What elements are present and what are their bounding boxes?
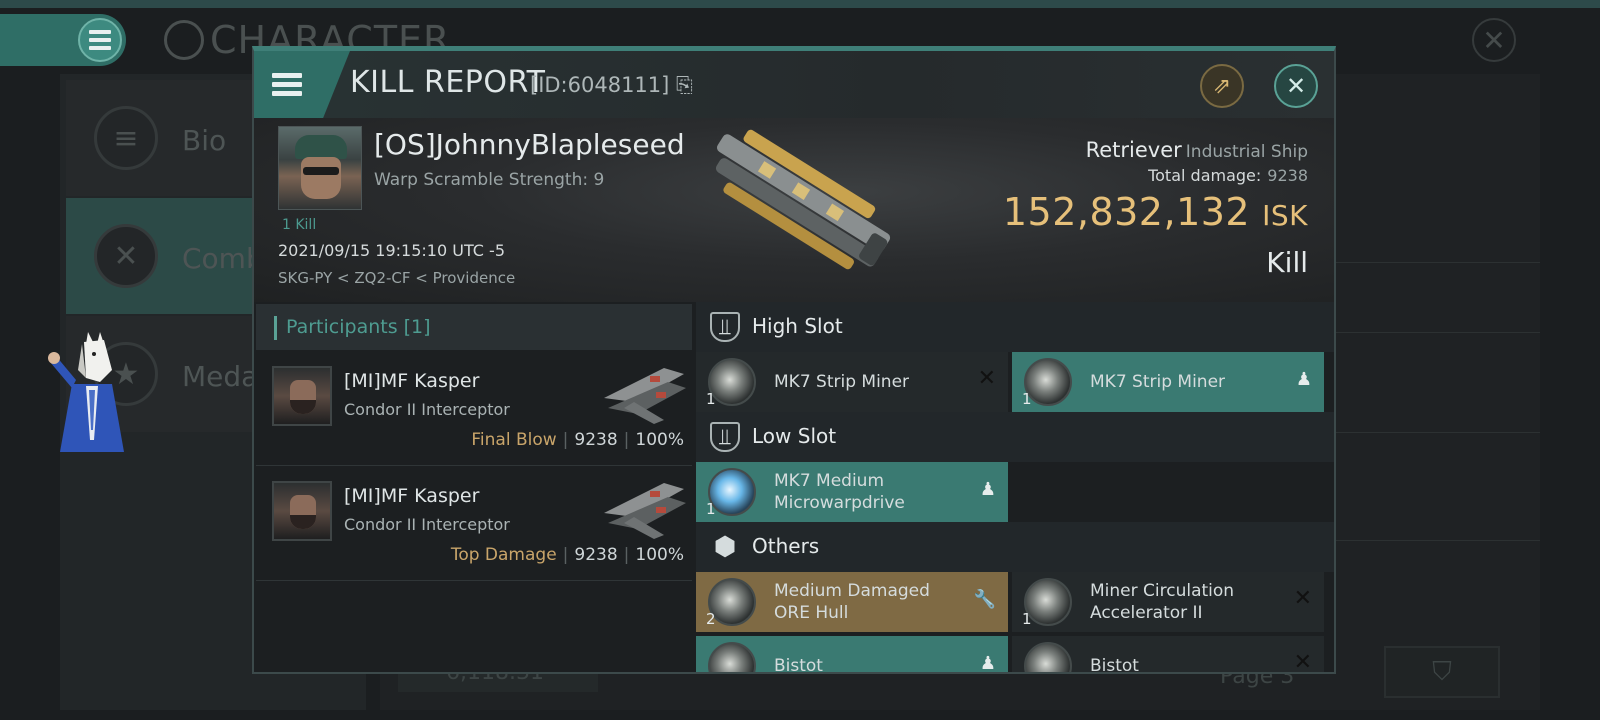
bistot-icon (708, 642, 756, 672)
slot-item[interactable]: Bistot ♟ (696, 636, 1008, 674)
main-menu-button[interactable] (0, 14, 126, 66)
participant-name: [MI]MF Kasper (344, 370, 480, 392)
warp-scramble-strength: Warp Scramble Strength: 9 (374, 170, 605, 190)
filter-icon: ⛉ (1432, 656, 1452, 687)
low-slot-header: ⫫ Low Slot (696, 412, 1334, 462)
mascot-avatar (48, 332, 124, 452)
menu-icon (78, 18, 122, 62)
victim-banner: [OS]JohnnyBlapleseed Warp Scramble Stren… (254, 118, 1334, 302)
participant-portrait[interactable] (272, 366, 332, 426)
isk-value: 152,832,132 ISK (1002, 190, 1308, 234)
kill-datetime: 2021/09/15 19:15:10 UTC -5 (278, 241, 506, 260)
participant-portrait[interactable] (272, 481, 332, 541)
dialog-title: KILL REPORT (350, 65, 546, 100)
bistot-icon (1024, 642, 1072, 672)
dialog-header: KILL REPORT [ID:6048111] ⎘ ⇗ ✕ (254, 51, 1334, 118)
others-header: ⬢ Others (696, 522, 1334, 572)
divider (1320, 432, 1540, 433)
share-button[interactable]: ⇗ (1200, 64, 1244, 108)
copy-icon[interactable]: ⎘ (676, 73, 693, 97)
destroyed-icon: ✕ (1293, 650, 1312, 674)
high-slot-icon: ⫫ (710, 312, 740, 342)
cargo-box-icon: ⬢ (713, 532, 737, 562)
dropped-icon: ♟ (979, 479, 996, 500)
kill-location[interactable]: SKG-PY < ZQ2-CF < Providence (278, 269, 515, 287)
divider (1320, 262, 1540, 263)
slot-item[interactable]: 1 MK7 Medium Microwarpdrive ♟ (696, 462, 1008, 522)
divider (1320, 332, 1540, 333)
participant-stats: Top Damage | 9238 | 100% (450, 545, 684, 565)
participants-panel: Participants [1] [MI]MF Kasper Condor II… (254, 302, 694, 672)
list-icon: ≡ (94, 106, 158, 170)
participants-header: Participants [1] (256, 304, 692, 350)
top-strip (0, 0, 1600, 8)
participant-ship: Condor II Interceptor (344, 400, 510, 419)
participant-stats: Final Blow | 9238 | 100% (471, 430, 684, 450)
slot-item[interactable]: Bistot ✕ (1012, 636, 1324, 674)
victim-portrait[interactable] (278, 126, 362, 210)
wrench-icon: 🔧 (973, 589, 996, 610)
kill-result: Kill (1266, 246, 1308, 279)
participant-ship-image (604, 483, 686, 539)
kill-report-dialog: KILL REPORT [ID:6048111] ⎘ ⇗ ✕ [OS]Johnn… (252, 46, 1336, 674)
filter-button[interactable]: ⛉ (1384, 646, 1500, 698)
slot-item[interactable]: 1 MK7 Strip Miner ♟ (1012, 352, 1324, 412)
slot-item[interactable]: 1 Miner Circulation Accelerator II ✕ (1012, 572, 1324, 632)
external-link-icon: ⇗ (1212, 73, 1232, 99)
ship-type[interactable]: Retriever Industrial Ship (1086, 138, 1308, 162)
background-close-button[interactable]: ✕ (1472, 18, 1516, 62)
ship-image[interactable] (684, 128, 904, 288)
kill-id[interactable]: [ID:6048111] ⎘ (530, 73, 693, 98)
participant-ship: Condor II Interceptor (344, 515, 510, 534)
character-icon (164, 20, 204, 60)
total-damage: Total damage: 9238 (1148, 166, 1308, 185)
close-button[interactable]: ✕ (1274, 64, 1318, 108)
high-slot-header: ⫫ High Slot (696, 302, 1334, 352)
crossed-swords-icon: ✕ (94, 224, 158, 288)
dropped-icon: ♟ (1295, 369, 1312, 390)
dialog-menu-button[interactable] (254, 51, 350, 118)
destroyed-icon: ✕ (1293, 586, 1312, 611)
participant-name: [MI]MF Kasper (344, 485, 480, 507)
close-icon: ✕ (1285, 72, 1307, 100)
participant-row[interactable]: [MI]MF Kasper Condor II Interceptor Top … (256, 467, 692, 581)
menu-icon (272, 73, 302, 96)
kill-count: 1 Kill (282, 217, 317, 233)
fitting-panel: ⫫ High Slot 1 MK7 Strip Miner ✕ 1 MK7 St… (696, 302, 1334, 674)
divider (1320, 540, 1540, 541)
slot-item[interactable]: 1 MK7 Strip Miner ✕ (696, 352, 1008, 412)
participant-row[interactable]: [MI]MF Kasper Condor II Interceptor Fina… (256, 352, 692, 466)
dropped-icon: ♟ (979, 653, 996, 674)
participant-ship-image (604, 368, 686, 424)
victim-name[interactable]: [OS]JohnnyBlapleseed (374, 128, 685, 161)
destroyed-icon: ✕ (977, 366, 996, 391)
slot-item[interactable]: 2 Medium Damaged ORE Hull 🔧 (696, 572, 1008, 632)
low-slot-icon: ⫫ (710, 422, 740, 452)
